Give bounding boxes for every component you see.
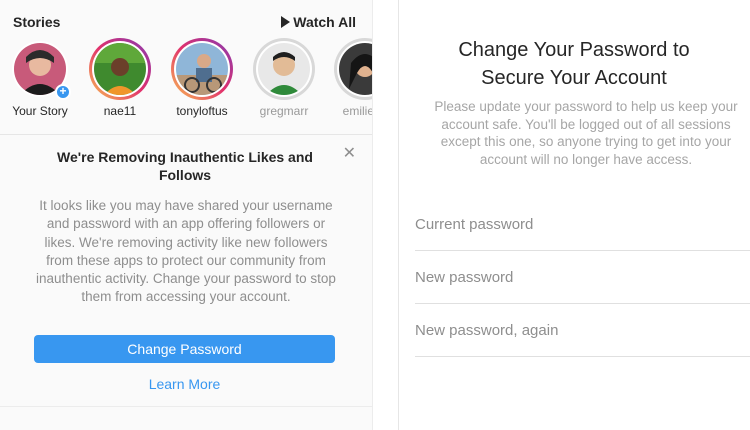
notice-body: It looks like you may have shared your u… <box>36 198 336 305</box>
avatar <box>176 43 228 95</box>
avatar <box>258 43 310 95</box>
watch-all-button[interactable]: Watch All <box>281 14 356 30</box>
story-ring: + <box>9 38 71 100</box>
story-ring <box>89 38 151 100</box>
story-label: nae11 <box>103 104 137 118</box>
story-ring <box>334 38 372 100</box>
notice-title: We're Removing Inauthentic Likes and Fol… <box>57 149 313 183</box>
page-description: Please update your password to help us k… <box>434 99 738 167</box>
learn-more-link[interactable]: Learn More <box>34 376 335 392</box>
confirm-password-field <box>415 304 750 357</box>
avatar <box>94 43 146 95</box>
new-password-input[interactable] <box>415 251 750 303</box>
add-story-plus-icon[interactable]: + <box>55 84 71 100</box>
change-password-button[interactable]: Change Password <box>34 335 335 363</box>
avatar <box>339 43 372 95</box>
story-label: tonyloftus <box>176 104 228 118</box>
change-password-screen: Change Your Password to Secure Your Acco… <box>398 0 750 430</box>
story-tonyloftus[interactable]: tonyloftus <box>162 38 242 118</box>
story-ring <box>253 38 315 100</box>
current-password-field <box>415 198 750 251</box>
inauthentic-activity-notice: ✕ We're Removing Inauthentic Likes and F… <box>0 135 372 405</box>
stories-header: Stories Watch All <box>13 14 356 32</box>
close-icon[interactable]: ✕ <box>343 143 356 163</box>
story-label: gregmarr <box>259 104 309 118</box>
watch-all-label: Watch All <box>293 14 356 30</box>
stories-tray: Stories Watch All + Your Story nae11 ton… <box>0 0 372 135</box>
feed-screen: Stories Watch All + Your Story nae11 ton… <box>0 0 372 430</box>
story-ring <box>171 38 233 100</box>
page-title: Change Your Password to Secure Your Acco… <box>458 39 690 89</box>
story-emilie[interactable]: emilie.ta <box>325 38 372 118</box>
screen-divider <box>372 0 398 430</box>
current-password-input[interactable] <box>415 198 750 250</box>
feed-divider <box>0 406 372 430</box>
confirm-password-input[interactable] <box>415 304 750 356</box>
story-gregmarr[interactable]: gregmarr <box>244 38 324 118</box>
new-password-field <box>415 251 750 304</box>
story-your-story[interactable]: + Your Story <box>0 38 80 118</box>
story-label: Your Story <box>12 104 68 118</box>
story-nae11[interactable]: nae11 <box>80 38 160 118</box>
stories-title: Stories <box>13 14 61 30</box>
story-label: emilie.ta <box>342 104 372 118</box>
play-icon <box>281 16 291 28</box>
